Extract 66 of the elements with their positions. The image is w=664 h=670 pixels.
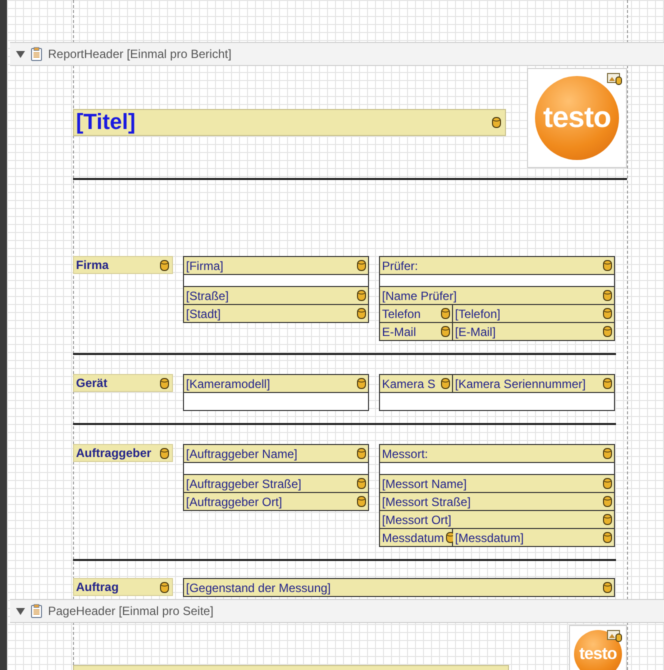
band-header[interactable]: ReportHeader [Einmal pro Bericht]	[10, 42, 664, 66]
database-icon	[357, 478, 366, 489]
database-icon	[357, 290, 366, 301]
database-icon	[160, 448, 169, 458]
database-icon	[603, 308, 612, 319]
data-field[interactable]: [Gegenstand der Messung]	[184, 579, 614, 596]
label-field[interactable]: Gerät	[73, 374, 173, 392]
database-icon	[603, 532, 612, 543]
data-field[interactable]: [Stadt]	[184, 305, 368, 322]
collapse-triangle-icon[interactable]	[16, 608, 25, 614]
image-badge-icon	[607, 630, 622, 642]
database-icon	[357, 260, 366, 271]
data-field[interactable]: [Messort Straße]	[380, 493, 614, 510]
label-field[interactable]: Auftraggeber	[73, 444, 173, 462]
data-field[interactable]: [Auftraggeber Ort]	[184, 493, 368, 510]
report-icon	[31, 47, 42, 61]
data-field[interactable]: [Straße]	[184, 287, 368, 304]
data-field[interactable]: Prüfer:	[380, 257, 614, 274]
database-icon	[603, 290, 612, 301]
database-icon	[441, 326, 450, 337]
database-icon	[603, 496, 612, 507]
band-title: PageHeader [Einmal pro Seite]	[48, 604, 214, 618]
database-icon	[160, 582, 169, 592]
database-icon	[357, 448, 366, 459]
data-field[interactable]: [Kamera Seriennummer]	[453, 375, 614, 392]
band-header[interactable]: PageHeader [Einmal pro Seite]	[10, 599, 664, 623]
data-field[interactable]: [Kameramodell]	[184, 375, 368, 392]
database-icon	[603, 582, 612, 593]
database-icon	[357, 308, 366, 319]
database-icon	[441, 308, 450, 319]
database-icon	[603, 378, 612, 389]
title-field[interactable]: [Titel]	[73, 108, 506, 136]
data-field[interactable]: [Telefon]	[453, 305, 614, 322]
label-field[interactable]: Auftrag	[73, 578, 173, 596]
data-field[interactable]: E-Mail	[380, 323, 453, 340]
data-field[interactable]: [Firma]	[184, 257, 368, 274]
database-icon	[603, 478, 612, 489]
data-field[interactable]: [Name Prüfer]	[380, 287, 614, 304]
data-field[interactable]: [Auftraggeber Straße]	[184, 475, 368, 492]
database-icon	[446, 532, 456, 543]
report-icon	[31, 604, 42, 618]
data-field[interactable]: Messort:	[380, 445, 614, 462]
data-field[interactable]: [Messort Name]	[380, 475, 614, 492]
logo-text: testo	[543, 100, 611, 135]
logo-text: testo	[579, 644, 617, 664]
database-icon	[603, 448, 612, 459]
data-field[interactable]: [Messdatum]	[453, 529, 614, 546]
collapse-triangle-icon[interactable]	[16, 50, 25, 58]
database-icon	[603, 326, 612, 337]
data-field[interactable]: [Auftraggeber Name]	[184, 445, 368, 462]
database-icon	[603, 260, 612, 271]
database-icon	[492, 116, 501, 128]
band-title: ReportHeader [Einmal pro Bericht]	[48, 47, 232, 61]
data-field[interactable]: [E-Mail]	[453, 323, 614, 340]
database-icon	[603, 514, 612, 525]
image-badge-icon	[607, 73, 622, 85]
database-icon	[357, 378, 366, 389]
database-icon	[160, 378, 169, 388]
data-field[interactable]: Messdatum	[380, 529, 453, 546]
database-icon	[357, 496, 366, 507]
data-field[interactable]: Telefon	[380, 305, 453, 322]
label-field[interactable]: Firma	[73, 256, 173, 274]
data-field[interactable]: [Messort Ort]	[380, 511, 614, 528]
data-field[interactable]: Kamera S	[380, 375, 453, 392]
database-icon	[441, 378, 450, 389]
database-icon	[160, 260, 169, 270]
